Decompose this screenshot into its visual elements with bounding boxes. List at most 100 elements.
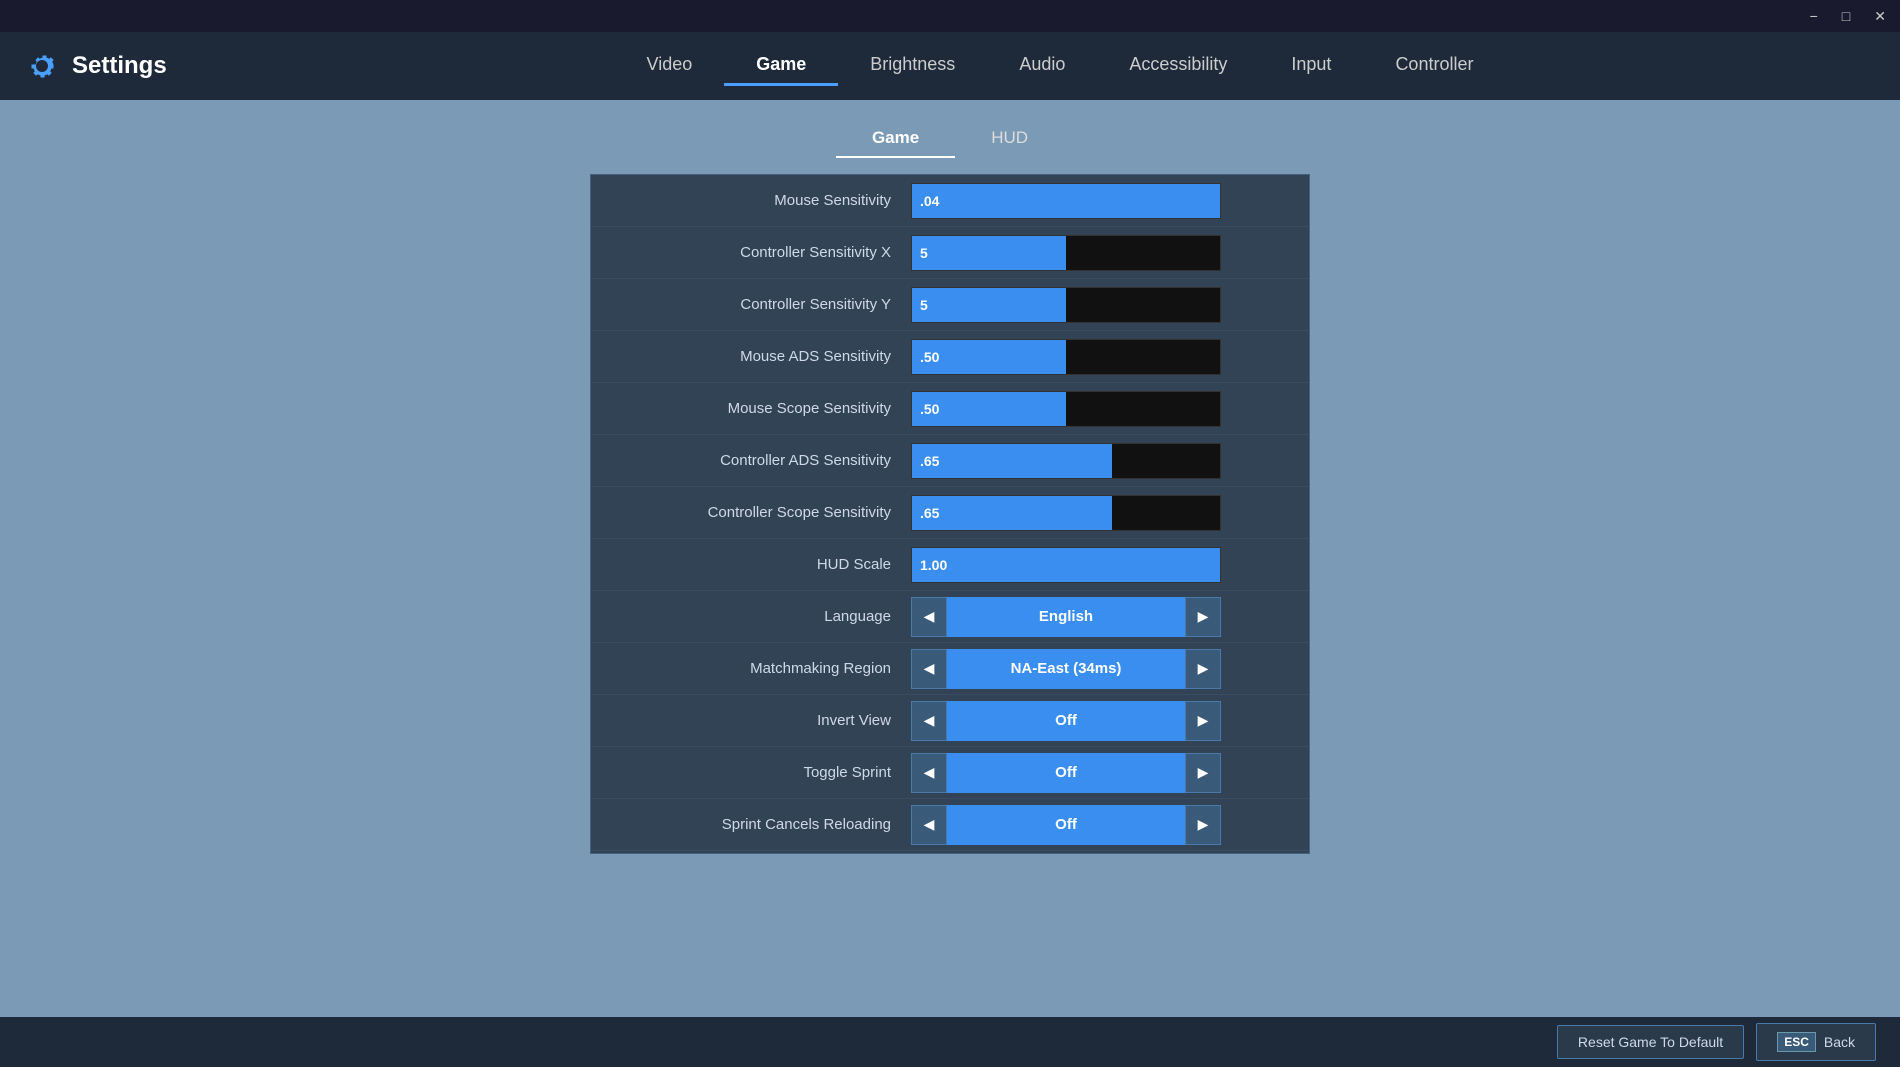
setting-row-hud-scale: HUD Scale 1.00 [591, 539, 1309, 591]
control-invert-view: ◀ Off ▶ [911, 701, 1297, 741]
tab-controller[interactable]: Controller [1363, 46, 1505, 86]
main-content: Game HUD Mouse Sensitivity .04 Controlle… [0, 100, 1900, 1017]
control-matchmaking-region: ◀ NA-East (34ms) ▶ [911, 649, 1297, 689]
slider-controller-sensitivity-x[interactable]: 5 [911, 235, 1221, 271]
arrow-control-sprint-cancels-reloading: ◀ Off ▶ [911, 805, 1221, 845]
reset-button[interactable]: Reset Game To Default [1557, 1025, 1744, 1059]
slider-fill-controller-scope-sensitivity: .65 [912, 496, 1112, 530]
sprint-cancels-reloading-next-button[interactable]: ▶ [1185, 805, 1221, 845]
slider-mouse-ads-sensitivity[interactable]: .50 [911, 339, 1221, 375]
label-toggle-sprint: Toggle Sprint [591, 764, 911, 781]
setting-row-matchmaking-region: Matchmaking Region ◀ NA-East (34ms) ▶ [591, 643, 1309, 695]
control-mouse-scope-sensitivity[interactable]: .50 [911, 391, 1297, 427]
setting-row-invert-view: Invert View ◀ Off ▶ [591, 695, 1309, 747]
invert-view-next-button[interactable]: ▶ [1185, 701, 1221, 741]
label-language: Language [591, 608, 911, 625]
app-header: Settings Video Game Brightness Audio Acc… [0, 32, 1900, 100]
slider-controller-ads-sensitivity[interactable]: .65 [911, 443, 1221, 479]
label-mouse-scope-sensitivity: Mouse Scope Sensitivity [591, 400, 911, 417]
label-mouse-ads-sensitivity: Mouse ADS Sensitivity [591, 348, 911, 365]
control-sprint-cancels-reloading: ◀ Off ▶ [911, 805, 1297, 845]
label-controller-sensitivity-x: Controller Sensitivity X [591, 244, 911, 261]
label-controller-scope-sensitivity: Controller Scope Sensitivity [591, 504, 911, 521]
slider-controller-sensitivity-y[interactable]: 5 [911, 287, 1221, 323]
back-button[interactable]: ESC Back [1756, 1023, 1876, 1061]
control-hud-scale[interactable]: 1.00 [911, 547, 1297, 583]
slider-hud-scale[interactable]: 1.00 [911, 547, 1221, 583]
control-controller-ads-sensitivity[interactable]: .65 [911, 443, 1297, 479]
control-mouse-ads-sensitivity[interactable]: .50 [911, 339, 1297, 375]
setting-row-language: Language ◀ English ▶ [591, 591, 1309, 643]
matchmaking-region-value: NA-East (34ms) [947, 649, 1185, 689]
arrow-control-language: ◀ English ▶ [911, 597, 1221, 637]
toggle-sprint-prev-button[interactable]: ◀ [911, 753, 947, 793]
sub-tab-hud[interactable]: HUD [955, 120, 1064, 158]
restore-button[interactable]: □ [1836, 6, 1856, 26]
setting-row-controller-sensitivity-y: Controller Sensitivity Y 5 [591, 279, 1309, 331]
title-bar: − □ ✕ [0, 0, 1900, 32]
sub-tab-game[interactable]: Game [836, 120, 955, 158]
control-controller-sensitivity-x[interactable]: 5 [911, 235, 1297, 271]
setting-row-controller-scope-sensitivity: Controller Scope Sensitivity .65 [591, 487, 1309, 539]
setting-row-mouse-ads-sensitivity: Mouse ADS Sensitivity .50 [591, 331, 1309, 383]
app-logo-area: Settings [0, 48, 220, 84]
arrow-control-matchmaking-region: ◀ NA-East (34ms) ▶ [911, 649, 1221, 689]
invert-view-value: Off [947, 701, 1185, 741]
esc-key-label: ESC [1777, 1032, 1816, 1052]
sprint-cancels-reloading-value: Off [947, 805, 1185, 845]
control-toggle-sprint: ◀ Off ▶ [911, 753, 1297, 793]
arrow-control-toggle-sprint: ◀ Off ▶ [911, 753, 1221, 793]
slider-fill-controller-sensitivity-x: 5 [912, 236, 1066, 270]
arrow-control-invert-view: ◀ Off ▶ [911, 701, 1221, 741]
tab-brightness[interactable]: Brightness [838, 46, 987, 86]
tab-audio[interactable]: Audio [987, 46, 1097, 86]
slider-controller-scope-sensitivity[interactable]: .65 [911, 495, 1221, 531]
setting-row-toggle-sprint: Toggle Sprint ◀ Off ▶ [591, 747, 1309, 799]
label-invert-view: Invert View [591, 712, 911, 729]
tab-video[interactable]: Video [615, 46, 725, 86]
matchmaking-region-next-button[interactable]: ▶ [1185, 649, 1221, 689]
nav-tabs: Video Game Brightness Audio Accessibilit… [220, 46, 1900, 86]
control-mouse-sensitivity[interactable]: .04 [911, 183, 1297, 219]
control-controller-sensitivity-y[interactable]: 5 [911, 287, 1297, 323]
toggle-sprint-value: Off [947, 753, 1185, 793]
slider-mouse-sensitivity[interactable]: .04 [911, 183, 1221, 219]
sprint-cancels-reloading-prev-button[interactable]: ◀ [911, 805, 947, 845]
language-value: English [947, 597, 1185, 637]
label-hud-scale: HUD Scale [591, 556, 911, 573]
language-prev-button[interactable]: ◀ [911, 597, 947, 637]
slider-fill-mouse-scope-sensitivity: .50 [912, 392, 1066, 426]
gear-icon [24, 48, 60, 84]
setting-row-mouse-sensitivity: Mouse Sensitivity .04 [591, 175, 1309, 227]
setting-row-sprint-cancels-reloading: Sprint Cancels Reloading ◀ Off ▶ [591, 799, 1309, 851]
invert-view-prev-button[interactable]: ◀ [911, 701, 947, 741]
back-label: Back [1824, 1034, 1855, 1050]
tab-input[interactable]: Input [1259, 46, 1363, 86]
setting-row-controller-sensitivity-x: Controller Sensitivity X 5 [591, 227, 1309, 279]
close-button[interactable]: ✕ [1868, 6, 1892, 27]
toggle-sprint-next-button[interactable]: ▶ [1185, 753, 1221, 793]
setting-row-tap-to-search: Tap to Search / Interact ◀ Off ▶ [591, 851, 1309, 854]
label-matchmaking-region: Matchmaking Region [591, 660, 911, 677]
slider-mouse-scope-sensitivity[interactable]: .50 [911, 391, 1221, 427]
setting-row-mouse-scope-sensitivity: Mouse Scope Sensitivity .50 [591, 383, 1309, 435]
control-controller-scope-sensitivity[interactable]: .65 [911, 495, 1297, 531]
language-next-button[interactable]: ▶ [1185, 597, 1221, 637]
slider-fill-controller-ads-sensitivity: .65 [912, 444, 1112, 478]
control-language: ◀ English ▶ [911, 597, 1297, 637]
label-mouse-sensitivity: Mouse Sensitivity [591, 192, 911, 209]
setting-row-controller-ads-sensitivity: Controller ADS Sensitivity .65 [591, 435, 1309, 487]
tab-accessibility[interactable]: Accessibility [1097, 46, 1259, 86]
settings-panel: Mouse Sensitivity .04 Controller Sensiti… [590, 174, 1310, 854]
label-controller-sensitivity-y: Controller Sensitivity Y [591, 296, 911, 313]
slider-fill-controller-sensitivity-y: 5 [912, 288, 1066, 322]
bottom-bar: Reset Game To Default ESC Back [0, 1017, 1900, 1067]
label-controller-ads-sensitivity: Controller ADS Sensitivity [591, 452, 911, 469]
slider-fill-mouse-ads-sensitivity: .50 [912, 340, 1066, 374]
minimize-button[interactable]: − [1804, 6, 1824, 26]
matchmaking-region-prev-button[interactable]: ◀ [911, 649, 947, 689]
app-title: Settings [72, 52, 167, 80]
label-sprint-cancels-reloading: Sprint Cancels Reloading [591, 816, 911, 833]
tab-game[interactable]: Game [724, 46, 838, 86]
sub-tabs: Game HUD [836, 120, 1064, 158]
